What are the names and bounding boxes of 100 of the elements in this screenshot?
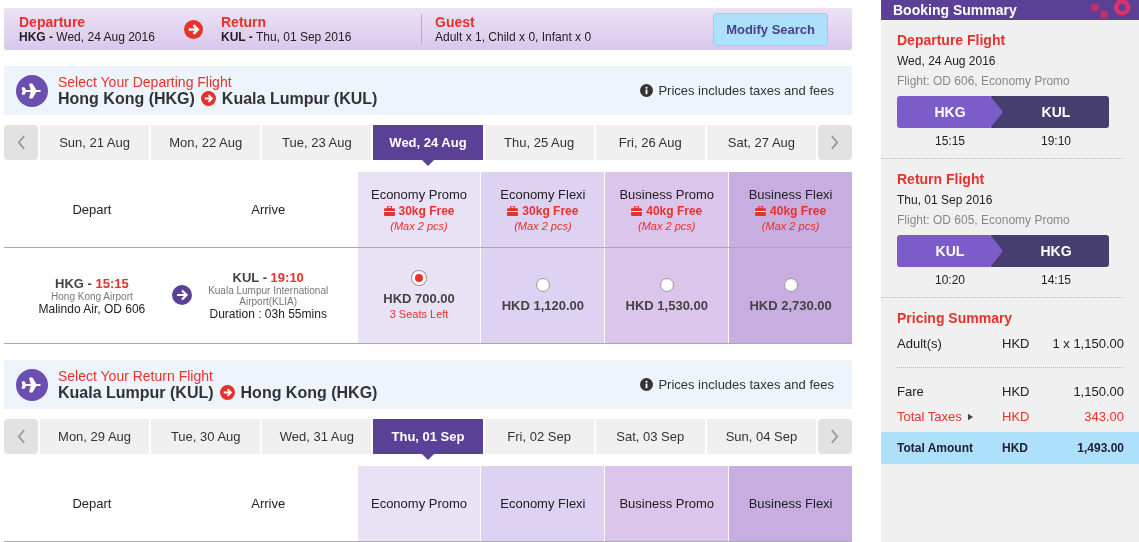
baggage-allowance: 30kg Free (522, 204, 579, 218)
date-tab[interactable]: Fri, 02 Sep (484, 419, 594, 454)
plane-icon (16, 74, 48, 107)
date-tab[interactable]: Wed, 31 Aug (262, 419, 372, 454)
price-amount: 1 x 1,150.00 (1051, 336, 1124, 351)
fare-class-name: Economy Flexi (500, 187, 586, 202)
fare-class-name: Business Promo (619, 496, 715, 511)
modify-search-button[interactable]: Modify Search (713, 12, 828, 46)
currency: HKD (1002, 441, 1029, 455)
summary-title: Booking Summary (893, 2, 1017, 18)
date-tab[interactable]: Wed, 24 Aug (373, 125, 483, 160)
section-title: Select Your Departing Flight (58, 73, 233, 90)
column-heading: Depart (72, 202, 112, 217)
flight-date: Thu, 01 Sep 2016 (897, 193, 994, 207)
departure-time: HKG - 15:15 (55, 275, 129, 291)
total-amount: 1,493.00 (1076, 441, 1124, 455)
leg-label: Return (221, 14, 268, 30)
price-amount: 343.00 (1083, 409, 1124, 424)
origin-city: Hong Kong (HKG) (58, 89, 195, 108)
column-heading: Arrive (251, 496, 286, 511)
chevron-right-icon (830, 135, 840, 150)
price-note: Prices includes taxes and fees (658, 83, 834, 98)
date-tab[interactable]: Sun, 21 Aug (40, 125, 150, 160)
caret-icon[interactable] (967, 412, 973, 421)
fare-class-name: Business Promo (619, 187, 715, 202)
fare-price: HKD 700.00 (383, 291, 455, 306)
arrival-time: 14:15 (1040, 273, 1072, 287)
summary-heading: Return Flight (897, 171, 986, 187)
destination-city: Hong Kong (HKG) (240, 383, 378, 402)
price-note: Prices includes taxes and fees (658, 377, 834, 392)
fare-radio[interactable] (783, 278, 798, 292)
suitcase-icon (755, 206, 767, 216)
plane-icon (16, 368, 48, 401)
date-tab[interactable]: Mon, 22 Aug (151, 125, 261, 160)
carrier-flight: Malindo Air, OD 606 (38, 301, 146, 316)
summary-heading: Departure Flight (897, 32, 1007, 48)
date-tab[interactable]: Sat, 03 Sep (595, 419, 705, 454)
fare-class-name: Business Flexi (748, 496, 833, 511)
baggage-allowance: 30kg Free (398, 204, 455, 218)
price-label: Adult(s) (897, 336, 943, 351)
date-tab[interactable]: Sun, 04 Sep (706, 419, 816, 454)
chevron-right-icon (830, 429, 840, 444)
info-icon (640, 84, 654, 97)
arrival-time: 19:10 (1040, 134, 1072, 148)
price-amount: 1,150.00 (1072, 384, 1124, 399)
suitcase-icon (631, 206, 643, 216)
flight-info: Flight: OD 605, Economy Promo (897, 213, 1071, 227)
date-tab[interactable]: Tue, 23 Aug (262, 125, 372, 160)
flight-duration: Duration : 03h 55mins (209, 307, 327, 321)
arrival-time: KUL - 19:10 (232, 270, 304, 285)
fare-radio[interactable] (659, 278, 674, 292)
section-title: Select Your Return Flight (58, 367, 214, 384)
departure-time: 15:15 (934, 134, 966, 148)
piece-limit: (Max 2 pcs) (514, 220, 572, 232)
currency: HKD (1002, 384, 1031, 399)
price-label[interactable]: Total Taxes (897, 409, 962, 424)
guest-value: Adult x 1, Child x 0, Infant x 0 (435, 30, 592, 44)
airport-name: Kuala Lumpur International Airport(KLIA) (207, 285, 330, 307)
date-tab[interactable]: Mon, 29 Aug (40, 419, 150, 454)
next-button[interactable] (818, 419, 852, 454)
fare-price: HKD 2,730.00 (749, 298, 832, 313)
fare-class-name: Economy Promo (370, 187, 468, 202)
route-origin: KUL (897, 235, 1003, 267)
fare-class-name: Economy Promo (370, 496, 468, 511)
pointer-icon (422, 454, 434, 460)
suitcase-icon (507, 206, 519, 216)
flight-info: Flight: OD 606, Economy Promo (897, 74, 1071, 88)
previous-button[interactable] (4, 125, 38, 160)
info-icon (640, 378, 654, 391)
baggage-allowance: 40kg Free (770, 204, 827, 218)
fare-price: HKD 1,120.00 (501, 298, 585, 313)
date-tab[interactable]: Tue, 30 Aug (151, 419, 261, 454)
piece-limit: (Max 2 pcs) (761, 220, 820, 232)
piece-limit: (Max 2 pcs) (638, 220, 696, 232)
suitcase-icon (383, 206, 395, 216)
date-tab[interactable]: Fri, 26 Aug (595, 125, 705, 160)
column-heading: Arrive (251, 202, 286, 217)
summary-heading: Pricing Summary (897, 310, 1014, 326)
fare-radio[interactable] (535, 278, 550, 292)
airport-name: Hong Kong Airport (51, 290, 133, 302)
leg-label: Departure (19, 14, 87, 30)
date-tab[interactable]: Thu, 25 Aug (484, 125, 594, 160)
previous-button[interactable] (4, 419, 38, 454)
currency: HKD (1002, 409, 1031, 424)
pointer-icon (422, 160, 434, 166)
route-origin: HKG (897, 96, 1003, 128)
total-label: Total Amount (897, 441, 974, 455)
fare-class-name: Business Flexi (748, 187, 833, 202)
arrow-right-icon (219, 385, 235, 400)
date-tab[interactable]: Thu, 01 Sep (373, 419, 483, 454)
departure-time: 10:20 (934, 273, 966, 287)
date-tab[interactable]: Sat, 27 Aug (706, 125, 816, 160)
fare-price: HKD 1,530.00 (625, 298, 708, 313)
flight-date: Wed, 24 Aug 2016 (897, 54, 997, 68)
price-label: Fare (897, 384, 924, 399)
chevron-left-icon (16, 135, 26, 150)
next-button[interactable] (818, 125, 852, 160)
baggage-allowance: 40kg Free (646, 204, 703, 218)
arrow-right-icon (172, 285, 192, 305)
seats-left: 3 Seats Left (389, 308, 449, 320)
